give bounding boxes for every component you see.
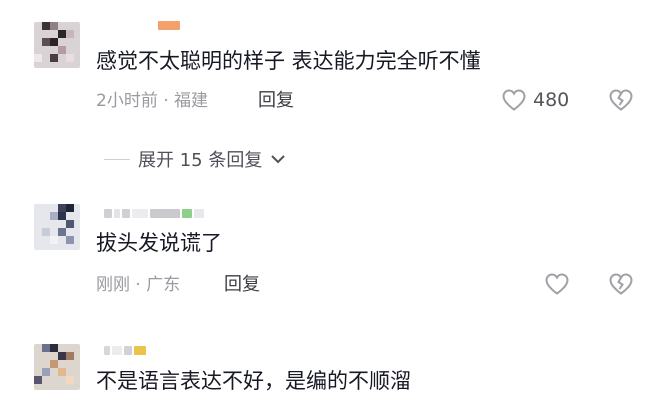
comment-text: 拔头发说谎了	[96, 231, 222, 255]
broken-heart-icon	[609, 89, 633, 111]
like-count: 480	[533, 89, 570, 111]
like-button[interactable]	[544, 272, 576, 296]
expand-replies-label: 展开 15 条回复	[138, 150, 263, 171]
heart-outline-icon	[545, 273, 569, 295]
username-blurred[interactable]	[104, 343, 146, 357]
comment-text: 感觉不太聪明的样子 表达能力完全听不懂	[96, 49, 481, 73]
comment-text: 不是语言表达不好，是编的不顺溜	[96, 369, 411, 393]
username-blurred[interactable]	[104, 206, 204, 220]
username-blurred[interactable]	[158, 18, 180, 32]
reply-button[interactable]: 回复	[224, 275, 260, 295]
avatar[interactable]	[34, 204, 80, 250]
dislike-button[interactable]	[608, 272, 634, 300]
avatar[interactable]	[34, 344, 80, 390]
like-button[interactable]: 480	[501, 88, 569, 112]
reply-button[interactable]: 回复	[258, 91, 294, 111]
expand-replies-button[interactable]: 展开 15 条回复	[104, 146, 286, 172]
chevron-down-icon	[271, 155, 286, 164]
broken-heart-icon	[609, 273, 633, 295]
heart-outline-icon	[502, 89, 526, 111]
divider-line	[104, 158, 130, 160]
comment-meta: 2小时前 · 福建	[96, 91, 209, 111]
avatar[interactable]	[34, 22, 80, 68]
comment-meta: 刚刚 · 广东	[96, 275, 181, 295]
dislike-button[interactable]	[608, 88, 634, 116]
